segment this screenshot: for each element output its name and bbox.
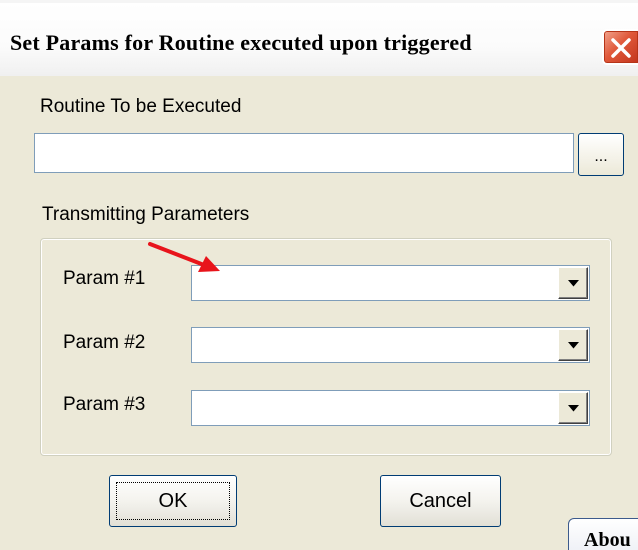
param1-combo[interactable]: [191, 265, 590, 301]
chevron-down-icon: [568, 342, 579, 349]
param1-label: Param #1: [63, 268, 146, 289]
routine-input[interactable]: [34, 133, 574, 173]
close-icon: [611, 38, 631, 58]
param3-dropdown-button[interactable]: [558, 392, 588, 424]
chevron-down-icon: [568, 405, 579, 412]
param2-label: Param #2: [63, 332, 146, 353]
title-bar[interactable]: Set Params for Routine executed upon tri…: [0, 0, 638, 76]
close-button[interactable]: [602, 29, 638, 65]
ok-button-label: OK: [158, 490, 188, 512]
param2-combo[interactable]: [191, 327, 590, 363]
param2-dropdown-button[interactable]: [558, 329, 588, 361]
browse-button[interactable]: ...: [578, 133, 624, 176]
chevron-down-icon: [568, 280, 579, 287]
dialog-title: Set Params for Routine executed upon tri…: [10, 30, 472, 55]
param3-combo[interactable]: [191, 390, 590, 426]
params-group-label: Transmitting Parameters: [42, 204, 250, 225]
param1-dropdown-button[interactable]: [558, 267, 588, 299]
about-tab-partial[interactable]: Abou: [568, 518, 638, 550]
cancel-button[interactable]: Cancel: [380, 475, 501, 527]
routine-label: Routine To be Executed: [40, 96, 242, 117]
ok-button[interactable]: OK: [109, 475, 237, 527]
param3-label: Param #3: [63, 394, 146, 415]
red-arrow-annotation: [148, 242, 220, 272]
